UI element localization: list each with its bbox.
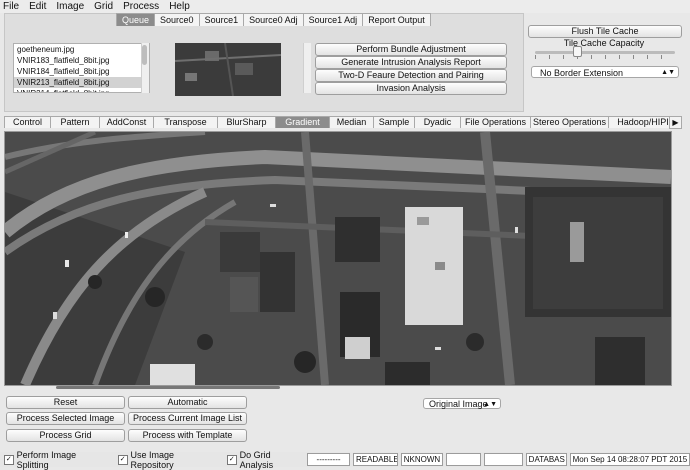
tile-cache-capacity-label: Tile Cache Capacity [563,38,645,48]
menu-file[interactable]: File [3,1,19,12]
file-list-item[interactable]: VNIR184_flatfield_8bit.jpg [14,66,149,77]
op-tab-hadoop-hipi[interactable]: Hadoop/HIPI [608,116,678,128]
process-with-template-button[interactable]: Process with Template [128,429,247,442]
menu-edit[interactable]: Edit [29,1,46,12]
process-grid-button[interactable]: Process Grid [6,429,125,442]
status-readable: READABLE [352,453,398,466]
view-image-value: Original Image [429,399,488,409]
reset-button[interactable]: Reset [6,396,125,409]
op-tab-control[interactable]: Control [4,116,51,128]
process-current-image-list-button[interactable]: Process Current Image List [128,412,247,425]
status-dashes: --------- [307,453,350,466]
invasion-analysis-button[interactable]: Invasion Analysis [315,82,507,95]
process-selected-image-button[interactable]: Process Selected Image [6,412,125,425]
automatic-button[interactable]: Automatic [128,396,247,409]
menu-grid[interactable]: Grid [94,1,113,12]
chevron-updown-icon: ▲▼ [483,401,497,408]
operation-tabs: Control Pattern AddConst Transpose BlurSharp… [4,116,680,128]
tile-cache-slider-knob[interactable] [573,46,582,57]
op-tab-median[interactable]: Median [329,116,374,128]
aerial-city-image [5,132,671,385]
tab-source0[interactable]: Source0 [154,13,200,26]
grid-checkbox[interactable]: ✓ [226,454,237,465]
border-extension-value: No Border Extension [540,68,624,78]
repo-label: Use Image Repository [130,449,175,470]
file-list-item[interactable]: VNIR213_flatfield_8bit.jpg [14,77,149,88]
feature-detection-pairing-button[interactable]: Two-D Feaure Detection and Pairing [315,69,507,82]
file-list-item[interactable]: VNIR183_flatfield_8bit.jpg [14,55,149,66]
file-list-scroll-thumb[interactable] [142,45,147,65]
tab-source1[interactable]: Source1 [198,13,245,26]
status-bar: ✓ Perform Image Splitting ✓ Use Image Re… [0,449,690,470]
canvas-scrollbar[interactable] [56,386,280,389]
op-tab-dyadic[interactable]: Dyadic [414,116,461,128]
op-tab-stereo-operations[interactable]: Stereo Operations [530,116,609,128]
chevron-updown-icon: ▲▼ [661,69,675,76]
split-label: Perform Image Splitting [16,449,77,470]
op-tab-sample[interactable]: Sample [373,116,415,128]
tab-source0-adj[interactable]: Source0 Adj [243,13,304,26]
menu-help[interactable]: Help [169,1,190,12]
op-tab-addconst[interactable]: AddConst [99,116,154,128]
tab-report-output[interactable]: Report Output [362,13,431,26]
menu-bar: File Edit Image Grid Process Help [0,0,690,13]
op-tab-gradient[interactable]: Gradient [275,116,330,128]
op-tab-transpose[interactable]: Transpose [153,116,218,128]
status-empty-1 [445,453,481,466]
thumbnail-aerial-image [175,43,281,96]
border-extension-select[interactable]: No Border Extension ▲▼ [531,66,679,78]
status-datetime: Mon Sep 14 08:28:07 PDT 2015 [569,453,690,466]
menu-image[interactable]: Image [56,1,84,12]
image-canvas[interactable] [4,131,672,386]
tabs-scroll-right-icon[interactable]: ▶ [669,116,682,129]
tab-queue[interactable]: Queue [116,13,156,26]
file-list[interactable]: goetheneum.jpg VNIR183_flatfield_8bit.jpg… [13,43,150,93]
perform-bundle-adjustment-button[interactable]: Perform Bundle Adjustment [315,43,507,56]
op-tab-blursharp[interactable]: BlurSharp [217,116,276,128]
op-tab-pattern[interactable]: Pattern [50,116,100,128]
grid-label: Do Grid Analysis [239,449,274,470]
thumbnail-scrollbar[interactable] [303,43,311,93]
op-tab-file-operations[interactable]: File Operations [460,116,531,128]
image-thumbnail [175,43,281,96]
status-database: DATABAS [525,453,567,466]
flush-tile-cache-button[interactable]: Flush Tile Cache [528,25,682,38]
status-empty-2 [483,453,523,466]
status-unknown: NKNOWN [400,453,443,466]
file-list-item[interactable]: VNIR214_flatfield_8bit.jpg [14,88,149,92]
menu-process[interactable]: Process [123,1,159,12]
tab-source1-adj[interactable]: Source1 Adj [302,13,364,26]
top-tabs: Queue Source0 Source1 Source0 Adj Source1 Ad… [116,13,431,26]
split-checkbox[interactable]: ✓ [3,454,14,465]
repo-checkbox[interactable]: ✓ [117,454,128,465]
view-image-select[interactable]: Original Image ▲▼ [423,398,501,409]
tile-cache-slider-ticks [535,55,675,59]
generate-intrusion-report-button[interactable]: Generate Intrusion Analysis Report [315,56,507,69]
file-list-item[interactable]: goetheneum.jpg [14,44,149,55]
tile-cache-slider[interactable] [535,51,675,54]
